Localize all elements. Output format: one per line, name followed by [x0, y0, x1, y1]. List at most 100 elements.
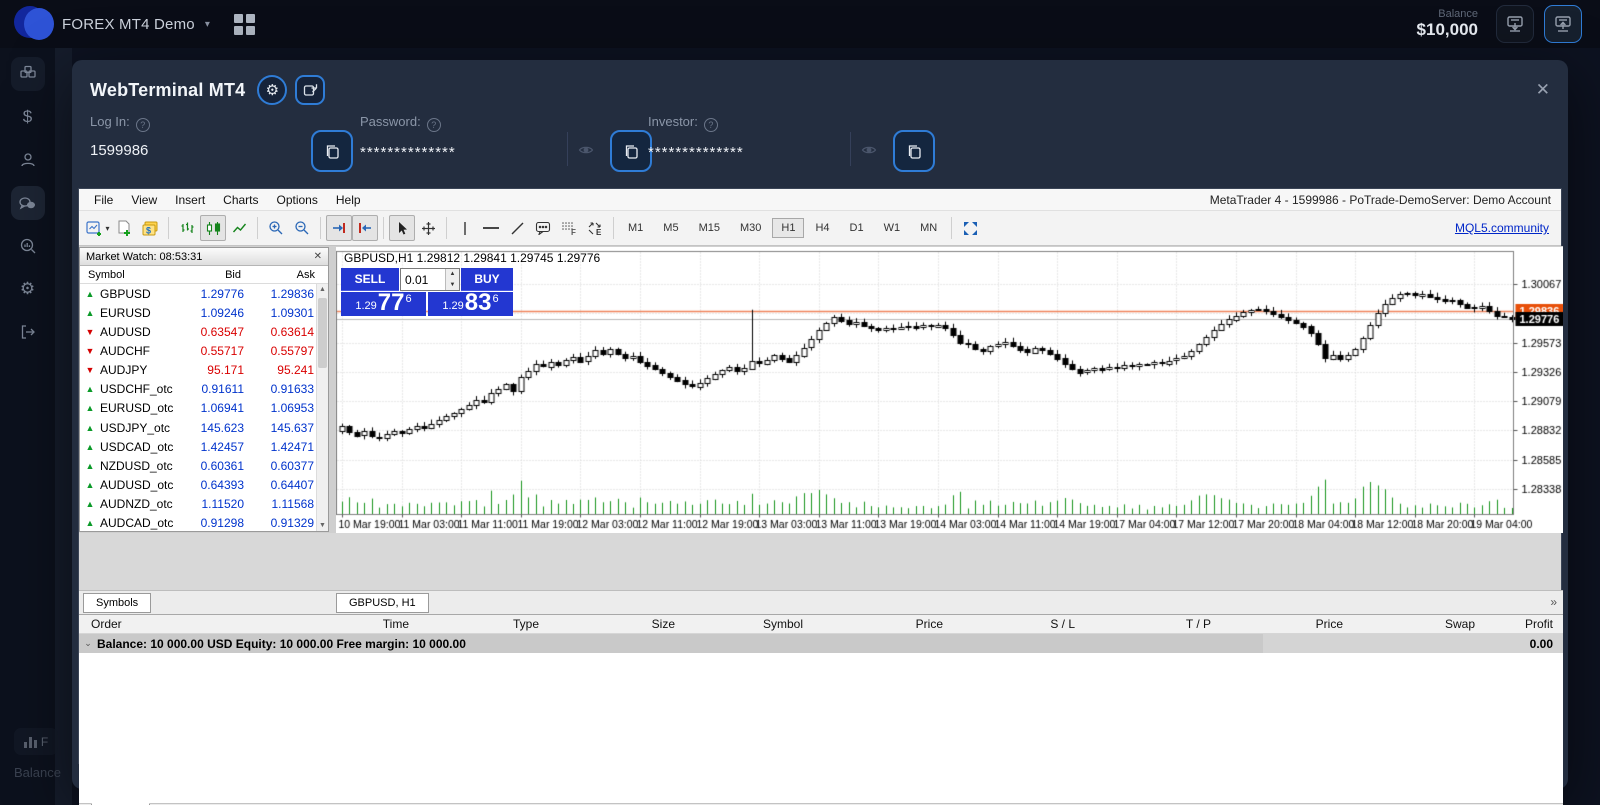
menu-charts[interactable]: Charts — [214, 193, 267, 207]
background-chart-button[interactable]: F — [14, 728, 58, 755]
timeframe-w1[interactable]: W1 — [875, 218, 910, 238]
market-watch-row-gbpusd[interactable]: ▲GBPUSD1.297761.29836 — [80, 284, 316, 303]
timeframe-m30[interactable]: M30 — [731, 218, 770, 238]
workspace-switcher[interactable]: FOREX MT4 Demo — [62, 16, 195, 33]
timeframe-m5[interactable]: M5 — [654, 218, 687, 238]
cursor-button[interactable] — [389, 215, 415, 241]
market-watch-row-nzdusd_otc[interactable]: ▲NZDUSD_otc0.603610.60377 — [80, 456, 316, 475]
market-watch-row-usdchf_otc[interactable]: ▲USDCHF_otc0.916110.91633 — [80, 380, 316, 399]
menu-insert[interactable]: Insert — [166, 193, 214, 207]
sidebar-item-finance[interactable]: $ — [11, 100, 45, 134]
profiles-button[interactable]: $ — [137, 215, 163, 241]
trendline-button[interactable] — [504, 215, 530, 241]
ask-cell: 1.09301 — [244, 306, 316, 320]
sidebar-item-analysis[interactable] — [11, 229, 45, 263]
help-icon[interactable]: ? — [427, 118, 441, 132]
mql5-community-link[interactable]: MQL5.community — [1455, 221, 1549, 235]
market-watch-row-audchf[interactable]: ▼AUDCHF0.557170.55797 — [80, 341, 316, 360]
scrollbar-thumb[interactable] — [318, 298, 327, 368]
market-watch-header[interactable]: Symbol Bid Ask — [80, 266, 328, 284]
stepper-down-icon[interactable]: ▼ — [446, 280, 459, 291]
market-watch-row-audusd_otc[interactable]: ▲AUDUSD_otc0.643930.64407 — [80, 475, 316, 494]
show-password-icon[interactable] — [578, 142, 594, 158]
vertical-line-button[interactable] — [452, 215, 478, 241]
sidebar-item-settings[interactable]: ⚙ — [11, 272, 45, 306]
copy-login-button[interactable] — [311, 130, 353, 172]
settings-button[interactable]: ⚙ — [257, 75, 287, 105]
auto-scroll-button[interactable] — [326, 215, 352, 241]
close-icon[interactable]: ✕ — [314, 251, 322, 262]
menu-help[interactable]: Help — [327, 193, 370, 207]
show-investor-icon[interactable] — [861, 142, 877, 158]
fibonacci-button[interactable]: F — [556, 215, 582, 241]
sell-price-button[interactable]: 1.29776 — [341, 292, 426, 316]
timeframe-mn[interactable]: MN — [911, 218, 946, 238]
sidebar-item-profile[interactable] — [11, 143, 45, 177]
collapse-icon[interactable]: ⌄ — [79, 638, 97, 649]
zoom-in-button[interactable] — [263, 215, 289, 241]
market-watch-row-usdjpy_otc[interactable]: ▲USDJPY_otc145.623145.637 — [80, 418, 316, 437]
new-order-button[interactable] — [111, 215, 137, 241]
copy-investor-button[interactable] — [893, 130, 935, 172]
password-value[interactable]: ************** — [360, 144, 456, 161]
scroll-up-icon[interactable]: ▲ — [317, 284, 328, 295]
close-icon[interactable]: ✕ — [1536, 80, 1550, 100]
balance-label: Balance — [1417, 8, 1478, 20]
help-icon[interactable]: ? — [704, 118, 718, 132]
withdraw-button[interactable] — [1544, 5, 1582, 43]
market-watch-scrollbar[interactable]: ▲ ▼ — [316, 284, 328, 531]
tab-symbols[interactable]: Symbols — [83, 593, 151, 613]
price-chart[interactable] — [336, 247, 1563, 533]
text-label-button[interactable] — [530, 215, 556, 241]
apps-grid-icon[interactable] — [234, 14, 255, 35]
investor-value[interactable]: ************** — [648, 144, 744, 161]
market-watch-row-eurusd[interactable]: ▲EURUSD1.092461.09301 — [80, 303, 316, 322]
column-symbol[interactable]: Symbol — [80, 269, 171, 281]
buy-price-button[interactable]: 1.29836 — [428, 292, 513, 316]
menu-view[interactable]: View — [122, 193, 166, 207]
copy-password-button[interactable] — [610, 130, 652, 172]
bar-chart-button[interactable] — [174, 215, 200, 241]
market-watch-row-usdcad_otc[interactable]: ▲USDCAD_otc1.424571.42471 — [80, 437, 316, 456]
market-watch-row-audcad_otc[interactable]: ▲AUDCAD_otc0.912980.91329 — [80, 514, 316, 531]
market-watch-row-audnzd_otc[interactable]: ▲AUDNZD_otc1.115201.11568 — [80, 495, 316, 514]
horizontal-line-button[interactable] — [478, 215, 504, 241]
crosshair-button[interactable] — [415, 215, 441, 241]
chevron-down-icon[interactable]: ▾ — [205, 19, 210, 30]
column-bid[interactable]: Bid — [171, 269, 241, 281]
market-watch-row-audusd[interactable]: ▼AUDUSD0.635470.63614 — [80, 322, 316, 341]
sidebar-item-dashboard[interactable] — [11, 57, 45, 91]
chart-shift-button[interactable] — [352, 215, 378, 241]
buy-button[interactable]: BUY — [461, 268, 513, 291]
indicators-button[interactable]: E — [582, 215, 608, 241]
sidebar-item-logout[interactable] — [11, 315, 45, 349]
timeframe-m15[interactable]: M15 — [690, 218, 729, 238]
fullscreen-button[interactable] — [957, 215, 983, 241]
zoom-out-button[interactable] — [289, 215, 315, 241]
tab-overflow-icon[interactable]: » — [1550, 595, 1557, 609]
bid-cell: 0.60361 — [176, 459, 244, 473]
volume-input[interactable] — [401, 269, 441, 290]
candlestick-chart-button[interactable] — [200, 215, 226, 241]
timeframe-h1[interactable]: H1 — [772, 218, 804, 238]
scroll-down-icon[interactable]: ▼ — [317, 520, 328, 531]
stepper-up-icon[interactable]: ▲ — [446, 269, 459, 280]
price-down-icon: ▼ — [80, 346, 100, 356]
open-platform-button[interactable] — [295, 75, 325, 105]
timeframe-h4[interactable]: H4 — [806, 218, 838, 238]
market-watch-row-audjpy[interactable]: ▼AUDJPY95.17195.241 — [80, 361, 316, 380]
sell-button[interactable]: SELL — [341, 268, 399, 291]
sidebar-item-chat[interactable] — [11, 186, 45, 220]
deposit-button[interactable] — [1496, 5, 1534, 43]
timeframe-d1[interactable]: D1 — [841, 218, 873, 238]
timeframe-m1[interactable]: M1 — [619, 218, 652, 238]
line-chart-button[interactable] — [226, 215, 252, 241]
login-value[interactable]: 1599986 — [90, 142, 148, 159]
column-ask[interactable]: Ask — [241, 269, 315, 281]
menu-file[interactable]: File — [85, 193, 122, 207]
new-chart-button[interactable]: ▾ — [85, 215, 111, 241]
tab-chart-gbpusd-h1[interactable]: GBPUSD, H1 — [336, 593, 429, 613]
help-icon[interactable]: ? — [136, 118, 150, 132]
market-watch-row-eurusd_otc[interactable]: ▲EURUSD_otc1.069411.06953 — [80, 399, 316, 418]
menu-options[interactable]: Options — [268, 193, 327, 207]
